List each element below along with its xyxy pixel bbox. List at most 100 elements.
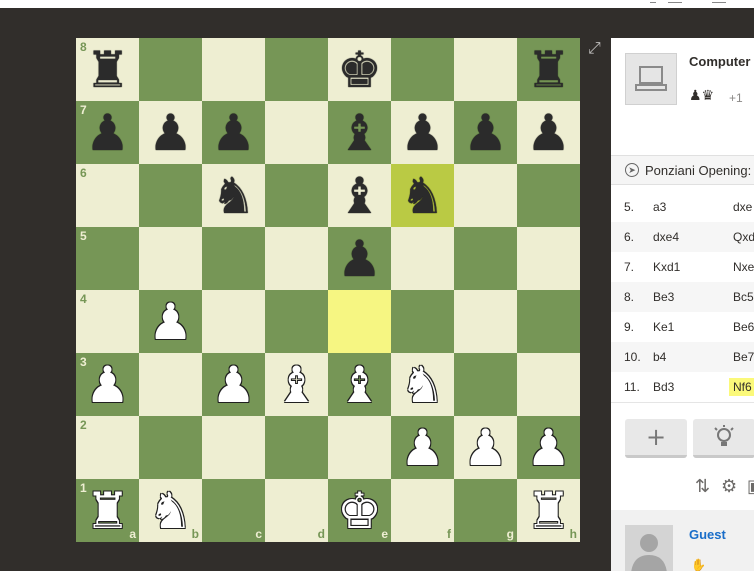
black-pawn-icon[interactable]: ♟: [517, 101, 580, 164]
square-f8[interactable]: [391, 38, 454, 101]
flip-board-icon[interactable]: ⇅: [695, 476, 710, 497]
square-c3[interactable]: ♟: [202, 353, 265, 416]
square-e7[interactable]: ♝: [328, 101, 391, 164]
square-d8[interactable]: [265, 38, 328, 101]
square-g6[interactable]: [454, 164, 517, 227]
square-f7[interactable]: ♟: [391, 101, 454, 164]
square-e5[interactable]: ♟: [328, 227, 391, 290]
square-c8[interactable]: [202, 38, 265, 101]
square-d1[interactable]: d: [265, 479, 328, 542]
white-move[interactable]: Kxd1: [653, 260, 680, 274]
black-move[interactable]: Bc5: [729, 288, 754, 306]
square-d3[interactable]: ♝: [265, 353, 328, 416]
square-h4[interactable]: [517, 290, 580, 353]
window-icon[interactable]: [668, 0, 682, 3]
black-move[interactable]: Nf6: [729, 378, 754, 396]
white-pawn-icon[interactable]: ♟: [391, 416, 454, 479]
square-c6[interactable]: ♞: [202, 164, 265, 227]
square-g3[interactable]: [454, 353, 517, 416]
square-b3[interactable]: [139, 353, 202, 416]
white-move[interactable]: b4: [653, 350, 666, 364]
square-e3[interactable]: ♝: [328, 353, 391, 416]
square-g4[interactable]: [454, 290, 517, 353]
square-h1[interactable]: h ♜: [517, 479, 580, 542]
window-icon[interactable]: [712, 0, 726, 3]
square-f2[interactable]: ♟: [391, 416, 454, 479]
square-f5[interactable]: [391, 227, 454, 290]
white-bishop-icon[interactable]: ♝: [265, 353, 328, 416]
square-a1[interactable]: 1 a ♜: [76, 479, 139, 542]
white-rook-icon[interactable]: ♜: [76, 479, 139, 542]
square-b1[interactable]: b ♞: [139, 479, 202, 542]
square-c4[interactable]: [202, 290, 265, 353]
square-d5[interactable]: [265, 227, 328, 290]
square-c5[interactable]: [202, 227, 265, 290]
square-c1[interactable]: c: [202, 479, 265, 542]
black-pawn-icon[interactable]: ♟: [328, 227, 391, 290]
black-rook-icon[interactable]: ♜: [76, 38, 139, 101]
square-a3[interactable]: 3 ♟: [76, 353, 139, 416]
square-d2[interactable]: [265, 416, 328, 479]
black-rook-icon[interactable]: ♜: [517, 38, 580, 101]
menu-dots-icon[interactable]: [650, 0, 656, 3]
square-h3[interactable]: [517, 353, 580, 416]
square-c7[interactable]: ♟: [202, 101, 265, 164]
black-bishop-icon[interactable]: ♝: [328, 101, 391, 164]
white-move[interactable]: Be3: [653, 290, 674, 304]
square-b5[interactable]: [139, 227, 202, 290]
white-king-icon[interactable]: ♚: [328, 479, 391, 542]
square-b2[interactable]: [139, 416, 202, 479]
white-pawn-icon[interactable]: ♟: [139, 290, 202, 353]
white-move[interactable]: Ke1: [653, 320, 674, 334]
square-g2[interactable]: ♟: [454, 416, 517, 479]
square-e1[interactable]: e ♚: [328, 479, 391, 542]
square-f6[interactable]: ♞: [391, 164, 454, 227]
square-f4[interactable]: [391, 290, 454, 353]
square-g1[interactable]: g: [454, 479, 517, 542]
square-b8[interactable]: [139, 38, 202, 101]
white-move[interactable]: a3: [653, 200, 666, 214]
white-move[interactable]: dxe4: [653, 230, 679, 244]
layout-icon[interactable]: ▣: [747, 476, 754, 497]
black-knight-icon[interactable]: ♞: [391, 164, 454, 227]
white-knight-icon[interactable]: ♞: [391, 353, 454, 416]
square-b6[interactable]: [139, 164, 202, 227]
square-e6[interactable]: ♝: [328, 164, 391, 227]
opening-bar[interactable]: ➤ Ponziani Opening: ...: [611, 156, 754, 185]
black-move[interactable]: Be7: [729, 348, 754, 366]
square-h5[interactable]: [517, 227, 580, 290]
chess-board[interactable]: 8 ♜ ♚ ♜ 7 ♟ ♟ ♟ ♝ ♟ ♟ ♟ 6 ♞ ♝ ♞ 5 ♟ 4 ♟ 3 ♟ ♟ ♝ ♝ ♞ 2 ♟ ♟ ♟ 1 a ♜ b ♞ c d e ♚ f…: [76, 38, 580, 542]
square-c2[interactable]: [202, 416, 265, 479]
new-game-button[interactable]: +: [625, 419, 687, 458]
square-d4[interactable]: [265, 290, 328, 353]
square-e8[interactable]: ♚: [328, 38, 391, 101]
square-e2[interactable]: [328, 416, 391, 479]
black-pawn-icon[interactable]: ♟: [454, 101, 517, 164]
black-pawn-icon[interactable]: ♟: [139, 101, 202, 164]
square-g8[interactable]: [454, 38, 517, 101]
black-knight-icon[interactable]: ♞: [202, 164, 265, 227]
square-b7[interactable]: ♟: [139, 101, 202, 164]
square-h8[interactable]: ♜: [517, 38, 580, 101]
black-move[interactable]: Qxd: [729, 228, 754, 246]
black-pawn-icon[interactable]: ♟: [202, 101, 265, 164]
white-move[interactable]: Bd3: [653, 380, 674, 394]
square-h7[interactable]: ♟: [517, 101, 580, 164]
opponent-name[interactable]: Computer: [689, 54, 750, 69]
square-a8[interactable]: 8 ♜: [76, 38, 139, 101]
white-pawn-icon[interactable]: ♟: [454, 416, 517, 479]
square-d6[interactable]: [265, 164, 328, 227]
player-name[interactable]: Guest: [689, 527, 726, 542]
square-a5[interactable]: 5: [76, 227, 139, 290]
square-h6[interactable]: [517, 164, 580, 227]
settings-icon[interactable]: ⚙: [721, 476, 737, 497]
expand-board-icon[interactable]: ⤢: [588, 40, 604, 56]
square-a6[interactable]: 6: [76, 164, 139, 227]
black-bishop-icon[interactable]: ♝: [328, 164, 391, 227]
square-f3[interactable]: ♞: [391, 353, 454, 416]
black-pawn-icon[interactable]: ♟: [76, 101, 139, 164]
square-g7[interactable]: ♟: [454, 101, 517, 164]
square-f1[interactable]: f: [391, 479, 454, 542]
square-g5[interactable]: [454, 227, 517, 290]
black-pawn-icon[interactable]: ♟: [391, 101, 454, 164]
